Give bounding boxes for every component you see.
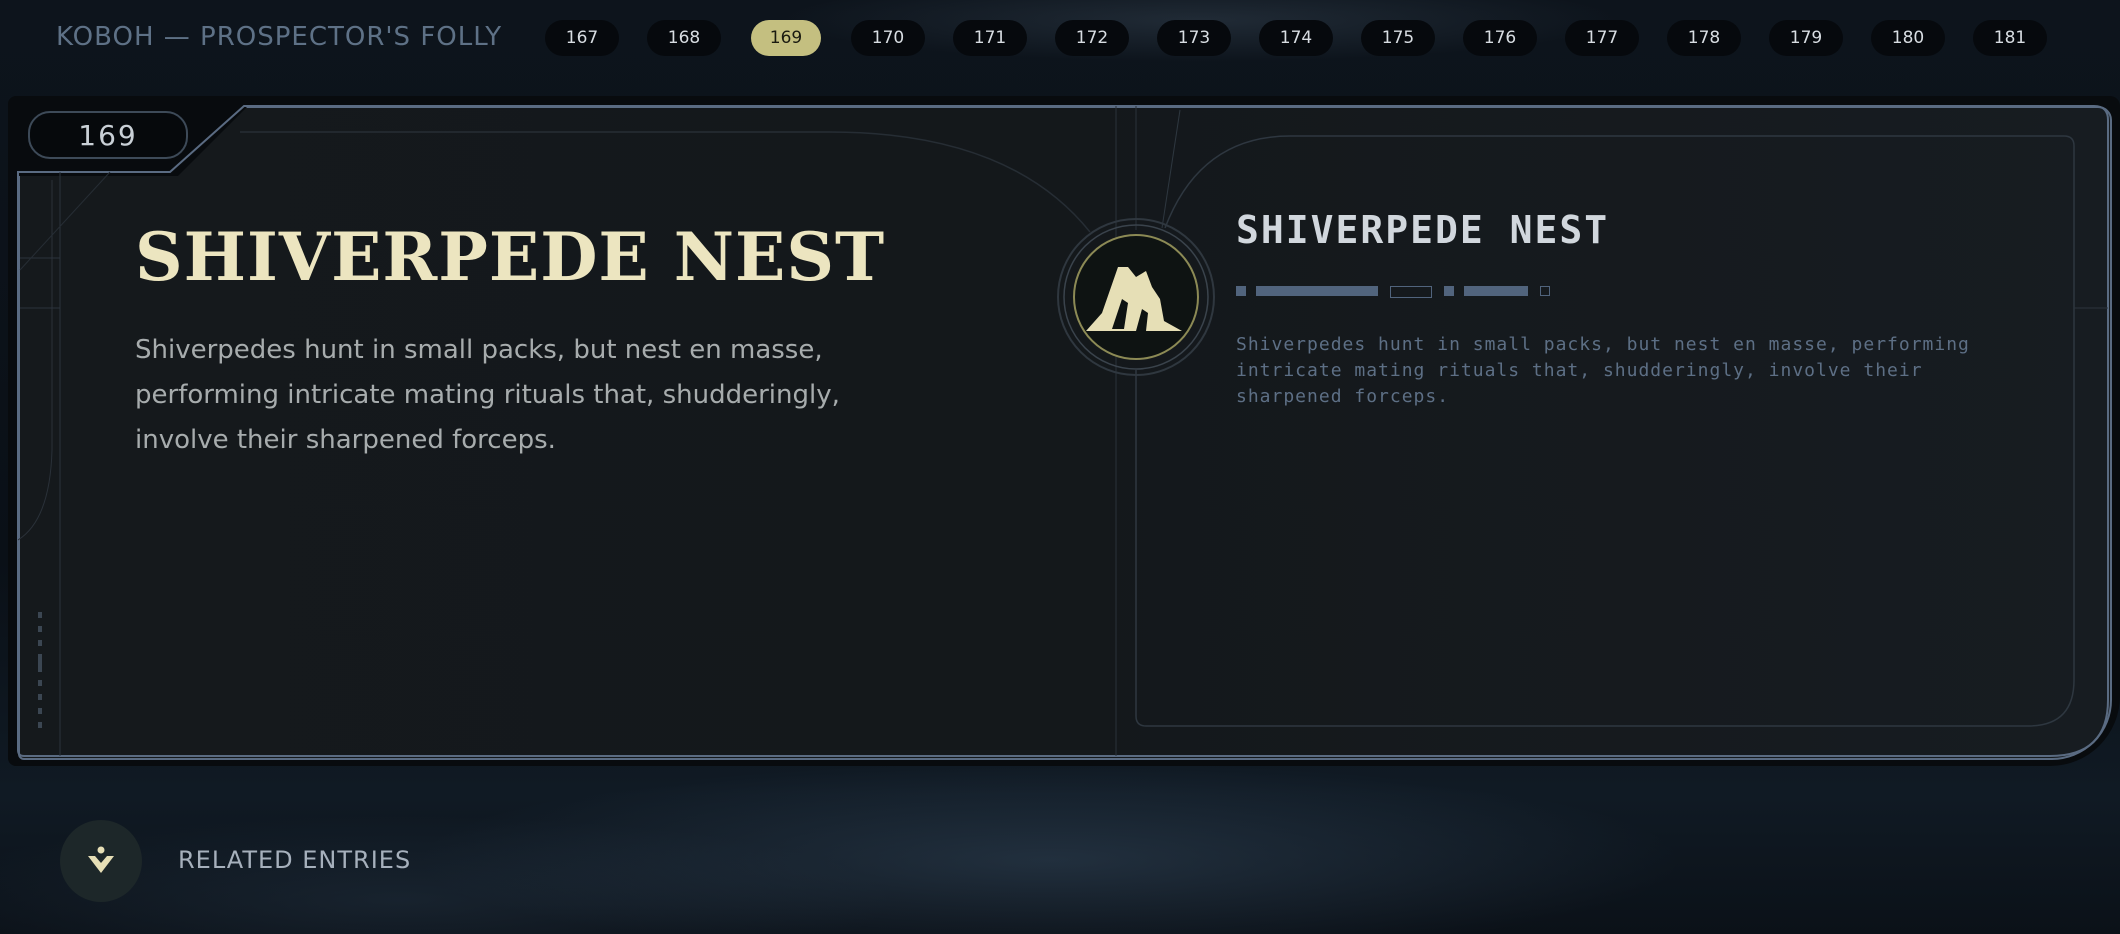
entry-title: SHIVERPEDE NEST	[135, 218, 886, 296]
entry-description: Shiverpedes hunt in small packs, but nes…	[135, 335, 840, 455]
entry-number-badge: 169	[28, 111, 188, 159]
mountain-icon	[1057, 218, 1215, 376]
related-entries-label[interactable]: RELATED ENTRIES	[178, 846, 411, 874]
person-down-icon	[88, 846, 114, 873]
aurebesh-description: Shiverpedes hunt in small packs, but nes…	[1236, 334, 1970, 407]
related-entries-button[interactable]	[60, 820, 142, 902]
aurebesh-title: SHIVERPEDE NEST	[1236, 208, 1610, 252]
card-decoration	[17, 105, 2109, 757]
